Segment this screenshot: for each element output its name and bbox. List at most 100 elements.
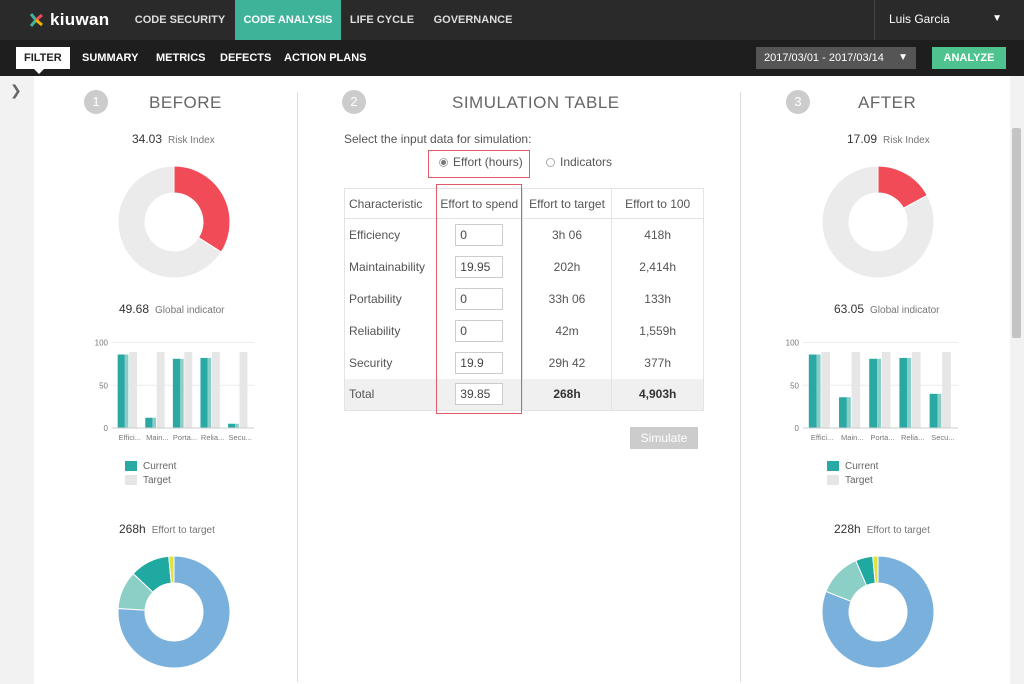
analyze-button[interactable]: ANALYZE (932, 47, 1006, 69)
radio-indicators-label: Indicators (560, 155, 613, 169)
y-tick-label: 50 (99, 381, 108, 390)
bar-target (239, 351, 248, 428)
risk-index-value: 34.03 (132, 132, 163, 146)
y-tick-label: 0 (795, 424, 800, 433)
x-tick-label: Effici... (811, 433, 833, 442)
x-tick-label: Effici... (119, 433, 141, 442)
simulation-prompt: Select the input data for simulation: (344, 132, 532, 146)
legend-swatch (125, 461, 137, 472)
before-risk-donut (117, 165, 231, 279)
kiuwan-logo-icon (29, 13, 43, 27)
x-tick-label: Relia... (201, 433, 224, 442)
legend-target-label: Target (143, 475, 171, 486)
y-tick-label: 50 (790, 381, 799, 390)
table-row: Portability 33h 06 133h (344, 282, 704, 315)
legend-current: Current (827, 461, 878, 473)
header-effort-to-100: Effort to 100 (611, 188, 704, 219)
effort-value: 228h (834, 522, 861, 536)
row-characteristic: Portability (344, 282, 437, 315)
tab-metrics[interactable]: METRICS (156, 40, 206, 76)
user-name: Luis Garcia (889, 12, 950, 26)
total-effort-100: 4,903h (611, 378, 704, 411)
scrollbar-thumb[interactable] (1012, 128, 1021, 338)
before-effort-to-target: 268h Effort to target (119, 522, 215, 536)
after-global-bar-chart: 0 50 100 Effici... Main... Porta... Relia... Se… (786, 339, 958, 442)
table-row: Efficiency 3h 06 418h (344, 218, 704, 251)
radio-indicators[interactable]: Indicators (546, 155, 612, 169)
bar-current-shade (907, 357, 912, 428)
tab-defects[interactable]: DEFECTS (220, 40, 271, 76)
row-effort-100: 418h (611, 218, 704, 251)
row-effort-100: 133h (611, 282, 704, 315)
bar-target (911, 351, 921, 428)
simulate-button[interactable]: Simulate (630, 427, 698, 449)
bar-current-shade (124, 354, 129, 428)
chevron-down-icon: ▼ (898, 52, 908, 63)
bar-current (145, 417, 153, 428)
table-row: Reliability 42m 1,559h (344, 314, 704, 347)
radio-dot (439, 158, 448, 168)
nav-code-analysis[interactable]: CODE ANALYSIS (235, 0, 341, 40)
bar-current (929, 393, 938, 428)
step-badge-3: 3 (786, 90, 810, 114)
before-global-bar-chart: 0 50 100 Effici... Main... Porta... Relia... Se… (95, 339, 254, 442)
date-range-select[interactable]: 2017/03/01 - 2017/03/14 ▼ (756, 47, 916, 69)
nav-code-security[interactable]: CODE SECURITY (125, 0, 235, 40)
bar-current-shade (207, 357, 212, 428)
after-effort-to-target: 228h Effort to target (834, 522, 930, 536)
user-menu[interactable]: Luis Garcia ▼ (874, 0, 1024, 40)
x-tick-label: Secu... (229, 433, 252, 442)
x-tick-label: Main... (146, 433, 169, 442)
tab-summary[interactable]: SUMMARY (82, 40, 138, 76)
nav-governance[interactable]: GOVERNANCE (423, 0, 523, 40)
simulation-table: Characteristic Effort to spend Effort to… (344, 188, 704, 411)
bar-current (200, 357, 208, 428)
legend-target: Target (125, 475, 171, 487)
bar-current-shade (937, 393, 942, 428)
risk-index-value: 17.09 (847, 132, 878, 146)
x-tick-label: Secu... (931, 433, 954, 442)
column-divider (297, 92, 298, 682)
sub-nav-bar: FILTER SUMMARY METRICS DEFECTS ACTION PL… (0, 40, 1024, 76)
bar-current-shade (152, 417, 157, 428)
row-characteristic: Maintainability (344, 250, 437, 283)
bar-current-shade (180, 358, 184, 428)
after-effort-donut (821, 555, 935, 669)
bar-target (851, 351, 861, 428)
bar-current-shade (816, 354, 821, 428)
bar-target (156, 351, 165, 428)
top-nav-bar: kiuwan CODE SECURITY CODE ANALYSIS LIFE … (0, 0, 1024, 40)
bar-current (172, 358, 181, 428)
simulation-title: SIMULATION TABLE (452, 93, 620, 112)
global-indicator-label: Global indicator (870, 305, 940, 316)
row-effort-target: 3h 06 (521, 218, 613, 251)
global-indicator-value: 49.68 (119, 302, 150, 316)
legend-swatch (827, 461, 839, 472)
total-effort-target: 268h (521, 378, 613, 411)
nav-life-cycle[interactable]: LIFE CYCLE (341, 0, 423, 40)
donut-slice (173, 165, 231, 253)
chevron-right-icon[interactable]: ❯ (10, 82, 22, 99)
step-badge-2: 2 (342, 90, 366, 114)
global-indicator-label: Global indicator (155, 305, 225, 316)
effort-value: 268h (119, 522, 146, 536)
legend-target: Target (827, 475, 873, 487)
tab-action-plans[interactable]: ACTION PLANS (284, 40, 367, 76)
kiuwan-logo[interactable]: kiuwan (28, 0, 109, 40)
after-global-indicator: 63.05 Global indicator (834, 302, 940, 316)
effort-label: Effort to target (151, 525, 215, 536)
bar-current-shade (846, 397, 851, 428)
table-row: Security 29h 42 377h (344, 346, 704, 379)
total-label: Total (344, 378, 437, 411)
bar-target (211, 351, 220, 428)
bar-current-shade (877, 358, 881, 428)
radio-dot (546, 158, 555, 168)
global-indicator-value: 63.05 (834, 302, 865, 316)
radio-effort-hours[interactable]: Effort (hours) (439, 155, 523, 169)
row-effort-target: 33h 06 (521, 282, 613, 315)
action-plan-content: 1 BEFORE 34.03 Risk Index 49.68 Global ind… (34, 76, 1010, 684)
row-characteristic: Efficiency (344, 218, 437, 251)
bar-current (228, 423, 236, 428)
column-divider (740, 92, 741, 682)
filter-tab[interactable]: FILTER (16, 47, 70, 74)
